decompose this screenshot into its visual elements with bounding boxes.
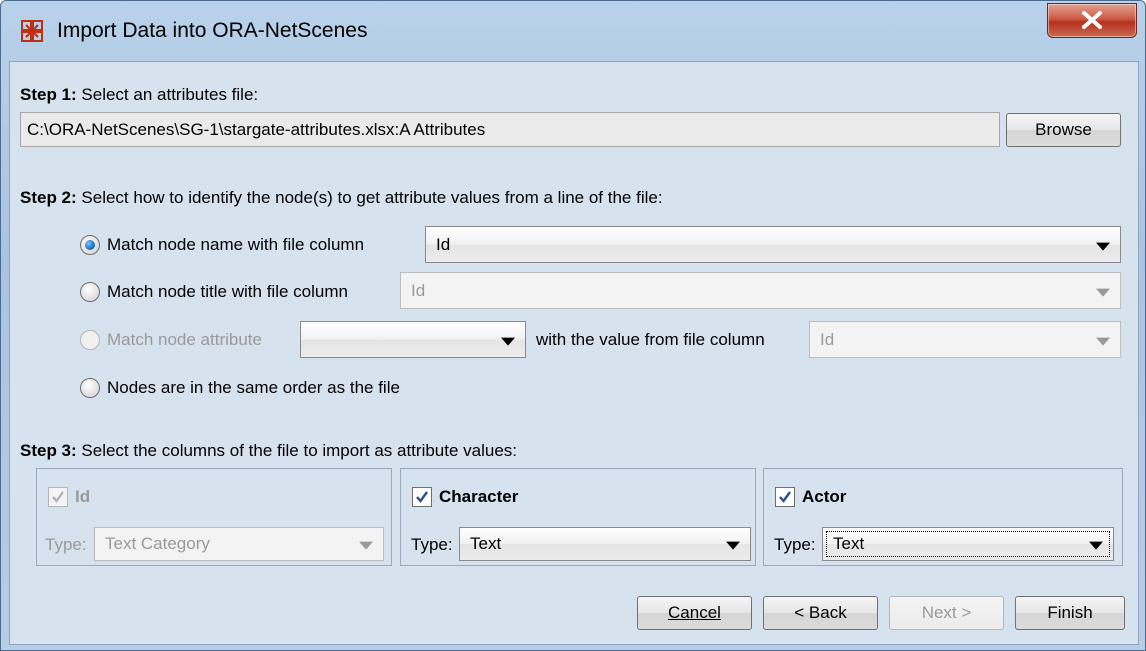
checkbox-id[interactable] [48, 487, 68, 507]
node-title-column-combo[interactable]: Id [400, 272, 1121, 309]
window-title: Import Data into ORA-NetScenes [57, 19, 368, 42]
column-name-id: Id [75, 487, 91, 506]
checkbox-actor[interactable] [775, 487, 795, 507]
match-node-attribute-label: Match node attribute [107, 330, 262, 349]
column-name-character: Character [439, 487, 519, 506]
type-label-actor: Type: [774, 535, 816, 554]
ora-netscenes-icon [21, 20, 43, 42]
step1-label: Step 1: Select an attributes file: [20, 85, 259, 104]
back-button[interactable]: < Back [763, 596, 878, 630]
radio-match-node-name[interactable] [80, 235, 100, 255]
next-button[interactable]: Next > [889, 596, 1004, 630]
node-name-column-combo[interactable]: Id [425, 226, 1121, 263]
radio-match-node-attribute[interactable] [80, 330, 100, 350]
match-node-title-label: Match node title with file column [107, 282, 348, 301]
attribute-value-column-combo[interactable]: Id [809, 321, 1121, 358]
node-attribute-combo[interactable] [300, 321, 526, 358]
dialog-window: Import Data into ORA-NetScenes Step 1: S… [0, 0, 1146, 651]
same-order-label: Nodes are in the same order as the file [107, 378, 400, 397]
chevron-down-icon [1096, 337, 1110, 346]
checkbox-character[interactable] [412, 487, 432, 507]
chevron-down-icon [1096, 288, 1110, 297]
column-panel-id: Id Type: Text Category [36, 468, 392, 566]
dialog-content: Step 1: Select an attributes file: C:\OR… [9, 61, 1139, 645]
type-combo-id[interactable]: Text Category [94, 527, 384, 561]
with-value-label: with the value from file column [536, 330, 765, 349]
type-label-id: Type: [45, 535, 87, 554]
close-button[interactable] [1047, 3, 1137, 38]
browse-button[interactable]: Browse [1006, 113, 1121, 147]
column-panel-character: Character Type: Text [400, 468, 756, 566]
step3-label: Step 3: Select the columns of the file t… [20, 441, 518, 460]
type-label-character: Type: [411, 535, 453, 554]
cancel-button[interactable]: Cancel [637, 596, 752, 630]
attributes-file-field[interactable]: C:\ORA-NetScenes\SG-1\stargate-attribute… [20, 112, 1000, 147]
type-combo-character[interactable]: Text [459, 527, 751, 561]
step2-label: Step 2: Select how to identify the node(… [20, 188, 663, 207]
type-combo-actor[interactable]: Text [822, 527, 1114, 561]
chevron-down-icon [726, 541, 740, 550]
column-name-actor: Actor [802, 487, 847, 506]
finish-button[interactable]: Finish [1015, 596, 1125, 630]
title-bar[interactable]: Import Data into ORA-NetScenes [1, 1, 1145, 51]
chevron-down-icon [501, 337, 515, 346]
match-node-name-label: Match node name with file column [107, 235, 365, 254]
radio-same-order[interactable] [80, 378, 100, 398]
chevron-down-icon [1096, 242, 1110, 251]
chevron-down-icon [359, 541, 373, 550]
radio-match-node-title[interactable] [80, 282, 100, 302]
close-icon [1082, 11, 1102, 29]
chevron-down-icon [1089, 541, 1103, 550]
column-panel-actor: Actor Type: Text [763, 468, 1123, 566]
